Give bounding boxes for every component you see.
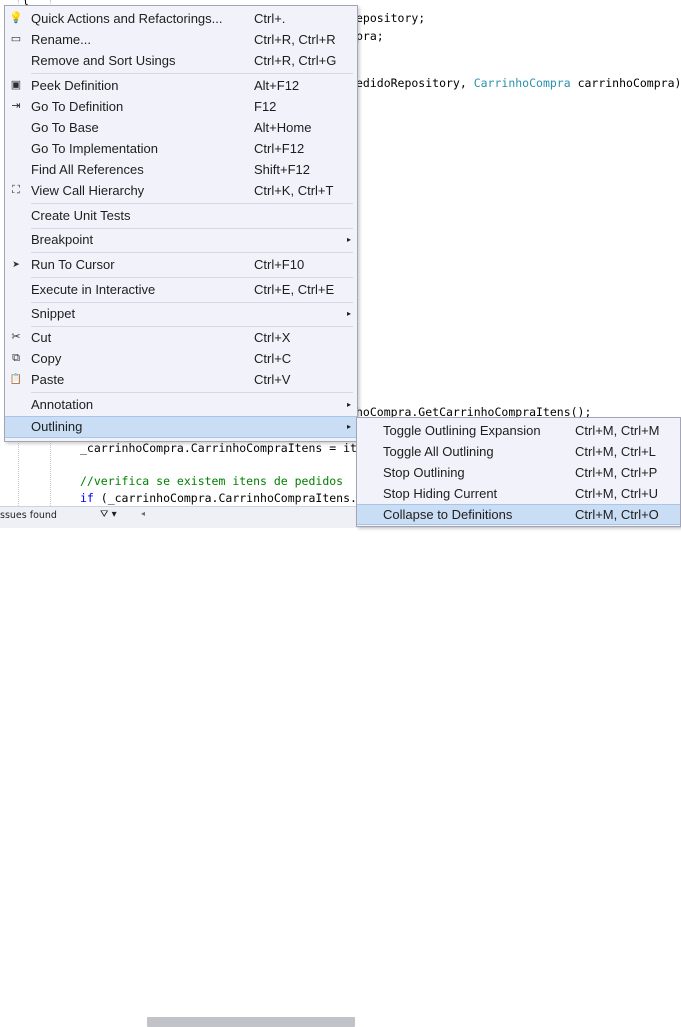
menu-item-shortcut: Ctrl+M, Ctrl+P: [575, 465, 658, 480]
submenu-arrow-icon: ▸: [346, 422, 351, 431]
menu-item-label: Stop Outlining: [383, 465, 465, 480]
go-to-definition-icon: ⇥: [11, 100, 21, 112]
menu-item-remove-sort-usings[interactable]: Remove and Sort Usings Ctrl+R, Ctrl+G: [5, 50, 357, 71]
submenu-item-toggle-all-outlining[interactable]: Toggle All Outlining Ctrl+M, Ctrl+L: [357, 441, 680, 462]
menu-item-shortcut: Ctrl+F10: [254, 257, 305, 272]
menu-item-go-to-definition[interactable]: ⇥ Go To Definition F12: [5, 96, 357, 117]
menu-item-label: Annotation: [31, 397, 94, 412]
peek-definition-icon: ▣: [10, 79, 22, 91]
code-line: if (_carrinhoCompra.CarrinhoCompraItens.: [80, 491, 357, 505]
paste-icon: 📋: [9, 374, 23, 385]
menu-item-label: Create Unit Tests: [31, 208, 131, 223]
menu-item-paste[interactable]: 📋 Paste Ctrl+V: [5, 369, 357, 390]
menu-item-label: Toggle All Outlining: [383, 444, 494, 459]
menu-item-shortcut: Ctrl+C: [254, 351, 292, 366]
menu-separator: [31, 203, 353, 204]
copy-icon: ⧉: [12, 352, 20, 364]
menu-item-run-to-cursor[interactable]: ➤ Run To Cursor Ctrl+F10: [5, 254, 357, 275]
code-comment: //verifica se existem itens de pedidos: [80, 474, 344, 488]
menu-item-shortcut: Ctrl+F12: [254, 141, 305, 156]
menu-item-label: Snippet: [31, 306, 76, 321]
submenu-item-stop-hiding-current[interactable]: Stop Hiding Current Ctrl+M, Ctrl+U: [357, 483, 680, 504]
menu-separator: [31, 252, 353, 253]
menu-item-shortcut: Ctrl+X: [254, 330, 291, 345]
menu-item-shortcut: Ctrl+R, Ctrl+G: [254, 53, 337, 68]
menu-item-label: Quick Actions and Refactorings...: [31, 11, 223, 26]
menu-separator: [31, 392, 353, 393]
menu-item-label: Go To Definition: [31, 99, 124, 114]
menu-item-find-all-references[interactable]: Find All References Shift+F12: [5, 159, 357, 180]
menu-item-label: Stop Hiding Current: [383, 486, 498, 501]
menu-item-view-call-hierarchy[interactable]: ⛶ View Call Hierarchy Ctrl+K, Ctrl+T: [5, 180, 357, 201]
code-line: pra;: [356, 29, 384, 43]
menu-item-create-unit-tests[interactable]: Create Unit Tests: [5, 205, 357, 226]
outlining-submenu: Toggle Outlining Expansion Ctrl+M, Ctrl+…: [356, 417, 681, 527]
menu-item-label: Collapse to Definitions: [383, 507, 513, 522]
menu-item-shortcut: Shift+F12: [254, 162, 311, 177]
menu-item-shortcut: Ctrl+E, Ctrl+E: [254, 282, 335, 297]
menu-item-label: Rename...: [31, 32, 91, 47]
submenu-arrow-icon: ▸: [346, 235, 351, 244]
filter-icon[interactable]: ⛛ ▾: [100, 509, 117, 520]
menu-item-rename[interactable]: ▭ Rename... Ctrl+R, Ctrl+R: [5, 29, 357, 50]
menu-item-shortcut: F12: [254, 99, 277, 114]
menu-item-label: Toggle Outlining Expansion: [383, 423, 541, 438]
scroll-left-icon[interactable]: ◂: [141, 509, 145, 518]
menu-separator: [31, 277, 353, 278]
menu-item-label: Paste: [31, 372, 65, 387]
horizontal-scrollbar[interactable]: [147, 1017, 355, 1027]
run-to-cursor-icon: ➤: [12, 259, 20, 269]
menu-item-label: Outlining: [31, 419, 83, 434]
menu-item-label: Copy: [31, 351, 62, 366]
code-line: epository;: [356, 11, 426, 25]
submenu-arrow-icon: ▸: [346, 400, 351, 409]
code-keyword: if: [80, 491, 94, 505]
submenu-item-collapse-to-definitions[interactable]: Collapse to Definitions Ctrl+M, Ctrl+O: [357, 504, 680, 525]
menu-item-cut[interactable]: ✂ Cut Ctrl+X: [5, 327, 357, 348]
menu-item-label: Remove and Sort Usings: [31, 53, 176, 68]
menu-item-breakpoint[interactable]: Breakpoint ▸: [5, 229, 357, 250]
menu-item-shortcut: Alt+Home: [254, 120, 312, 135]
menu-item-annotation[interactable]: Annotation ▸: [5, 394, 357, 415]
code-type: CarrinhoCompra: [473, 76, 571, 90]
menu-item-label: View Call Hierarchy: [31, 183, 145, 198]
menu-item-label: Breakpoint: [31, 232, 94, 247]
menu-item-shortcut: Ctrl+V: [254, 372, 291, 387]
menu-item-label: Cut: [31, 330, 52, 345]
submenu-item-toggle-outlining-expansion[interactable]: Toggle Outlining Expansion Ctrl+M, Ctrl+…: [357, 420, 680, 441]
menu-item-label: Go To Implementation: [31, 141, 158, 156]
call-hierarchy-icon: ⛶: [12, 184, 20, 196]
menu-item-label: Find All References: [31, 162, 144, 177]
menu-item-label: Peek Definition: [31, 78, 119, 93]
menu-item-label: Run To Cursor: [31, 257, 115, 272]
menu-item-shortcut: Ctrl+M, Ctrl+O: [575, 507, 659, 522]
menu-item-peek-definition[interactable]: ▣ Peek Definition Alt+F12: [5, 75, 357, 96]
code-line: edidoRepository, CarrinhoCompra carrinho…: [356, 76, 681, 90]
rename-icon: ▭: [10, 33, 22, 45]
menu-item-shortcut: Ctrl+M, Ctrl+U: [575, 486, 659, 501]
menu-item-shortcut: Ctrl+K, Ctrl+T: [254, 183, 334, 198]
menu-item-shortcut: Ctrl+.: [254, 11, 286, 26]
menu-item-shortcut: Alt+F12: [254, 78, 300, 93]
scissors-icon: ✂: [11, 331, 21, 343]
menu-item-shortcut: Ctrl+M, Ctrl+L: [575, 444, 656, 459]
menu-item-go-to-implementation[interactable]: Go To Implementation Ctrl+F12: [5, 138, 357, 159]
menu-item-copy[interactable]: ⧉ Copy Ctrl+C: [5, 348, 357, 369]
menu-item-label: Go To Base: [31, 120, 99, 135]
code-line: _carrinhoCompra.CarrinhoCompraItens = it: [80, 441, 357, 455]
submenu-item-stop-outlining[interactable]: Stop Outlining Ctrl+M, Ctrl+P: [357, 462, 680, 483]
menu-item-label: Execute in Interactive: [31, 282, 156, 297]
context-menu: 💡 Quick Actions and Refactorings... Ctrl…: [4, 5, 358, 442]
menu-item-outlining[interactable]: Outlining ▸: [5, 416, 357, 438]
menu-separator: [31, 73, 353, 74]
menu-item-execute-interactive[interactable]: Execute in Interactive Ctrl+E, Ctrl+E: [5, 279, 357, 300]
issues-status[interactable]: ssues found: [0, 510, 57, 521]
menu-item-quick-actions[interactable]: 💡 Quick Actions and Refactorings... Ctrl…: [5, 8, 357, 29]
menu-item-snippet[interactable]: Snippet ▸: [5, 303, 357, 324]
submenu-arrow-icon: ▸: [346, 309, 351, 318]
lightbulb-icon: 💡: [9, 12, 23, 24]
menu-item-shortcut: Ctrl+R, Ctrl+R: [254, 32, 336, 47]
menu-item-go-to-base[interactable]: Go To Base Alt+Home: [5, 117, 357, 138]
menu-item-shortcut: Ctrl+M, Ctrl+M: [575, 423, 660, 438]
